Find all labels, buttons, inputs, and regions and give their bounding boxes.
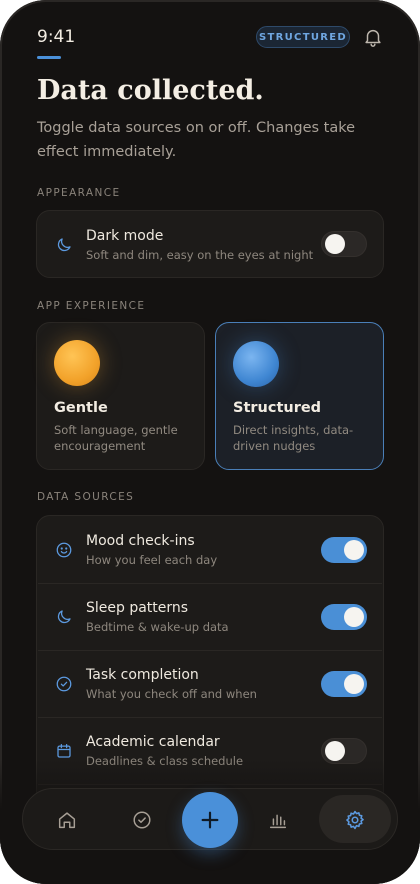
experience-option-gentle[interactable]: Gentle Soft language, gentle encourageme… [36,322,205,470]
gentle-orb [54,340,100,386]
toggle-knob [344,674,364,694]
mood-toggle[interactable] [321,537,367,563]
bar-chart-icon[interactable] [267,809,289,831]
moon-icon [57,610,71,624]
plus-icon [201,811,219,829]
toggle-knob [344,540,364,560]
home-icon[interactable] [56,809,78,831]
moon-icon [57,238,71,252]
section-label-appearance: APPEARANCE [37,187,121,199]
toggle-knob [344,607,364,627]
time-underline [37,56,61,59]
dark-mode-card: Dark mode Soft and dim, easy on the eyes… [36,210,384,278]
experience-gentle-title: Gentle [54,400,108,416]
calendar-icon [57,743,71,758]
section-label-data-sources: DATA SOURCES [37,491,135,503]
page-subtitle: Toggle data sources on or off. Changes t… [37,120,356,160]
sleep-toggle[interactable] [321,604,367,630]
mood-subtitle: How you feel each day [86,553,218,567]
structured-orb [233,341,279,387]
row-divider [38,650,382,651]
gear-icon[interactable] [344,809,366,831]
bell-icon[interactable] [362,26,384,48]
dark-mode-subtitle: Soft and dim, easy on the eyes at night [86,248,314,262]
row-divider [38,583,382,584]
status-time: 9:41 [37,27,76,47]
toggle-knob [325,741,345,761]
mood-title: Mood check-ins [86,533,195,549]
smile-icon [56,542,72,558]
check-circle-icon[interactable] [131,809,153,831]
task-subtitle: What you check off and when [86,687,257,701]
experience-structured-desc: Direct insights, data-driven nudges [233,423,354,453]
sleep-subtitle: Bedtime & wake-up data [86,620,229,634]
experience-option-structured[interactable]: Structured Direct insights, data-driven … [215,322,384,470]
phone-screen: 9:41 STRUCTURED Data collected. Toggle d… [0,0,420,884]
toggle-knob [325,234,345,254]
experience-structured-title: Structured [233,400,322,416]
academic-title: Academic calendar [86,734,220,750]
dark-mode-toggle[interactable] [321,231,367,257]
task-title: Task completion [86,667,199,683]
dark-mode-title: Dark mode [86,228,164,244]
row-divider [38,717,382,718]
experience-gentle-desc: Soft language, gentle encouragement [54,423,178,453]
page-title: Data collected. [37,75,264,106]
sleep-title: Sleep patterns [86,600,189,616]
section-label-experience: APP EXPERIENCE [37,300,146,312]
task-toggle[interactable] [321,671,367,697]
add-button[interactable] [182,792,238,848]
check-circle-icon [56,676,72,692]
mode-badge[interactable]: STRUCTURED [256,26,350,48]
